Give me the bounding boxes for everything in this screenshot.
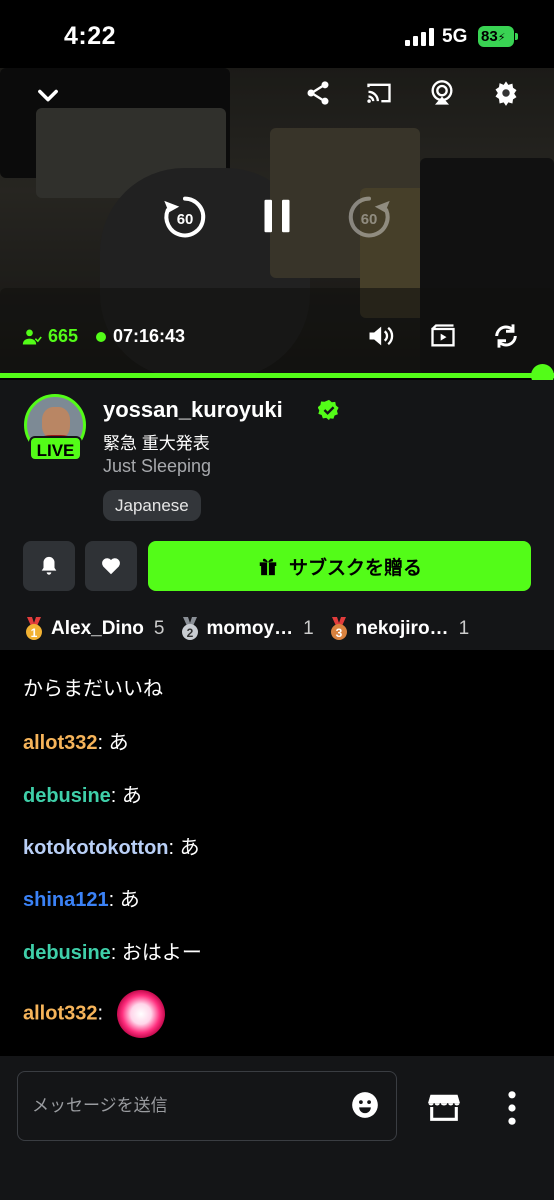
leaderboard-name: momoy… — [206, 618, 294, 639]
volume-icon[interactable] — [363, 319, 397, 353]
pause-icon[interactable] — [254, 188, 300, 244]
airplay-icon[interactable] — [425, 76, 459, 110]
svg-text:2: 2 — [186, 626, 193, 640]
chat-text: からまだいいね — [23, 678, 163, 700]
leaderboard-name: nekojiro… — [355, 618, 449, 639]
gold-medal-icon: 1 — [26, 617, 42, 640]
language-tag[interactable]: Japanese — [103, 490, 201, 521]
viewer-count: 665 — [22, 326, 78, 347]
follow-button[interactable] — [85, 541, 137, 591]
chat-text: あ — [108, 732, 129, 754]
chat-text: あ — [119, 889, 140, 911]
battery-icon: 83⚡ — [478, 26, 518, 47]
chat-username[interactable]: allot332 — [23, 1002, 97, 1024]
svg-text:1: 1 — [31, 626, 38, 640]
chat-username[interactable]: debusine — [23, 942, 111, 964]
heart-emote-icon — [117, 990, 166, 1038]
stream-category[interactable]: Just Sleeping — [103, 456, 211, 477]
viewer-count-value: 665 — [48, 326, 79, 346]
chat-username[interactable]: shina121 — [23, 889, 109, 911]
gift-icon — [259, 558, 277, 576]
leaderboard-count: 1 — [458, 618, 470, 639]
status-time: 4:22 — [64, 22, 117, 50]
verified-icon — [318, 399, 339, 421]
video-player[interactable]: 60 60 665 07:16:43 — [0, 68, 554, 374]
share-icon[interactable] — [301, 76, 335, 110]
video-progress-bar[interactable] — [0, 373, 554, 378]
chat-message: allot332: あ — [23, 732, 129, 754]
chat-username[interactable]: allot332 — [23, 732, 97, 754]
status-bar: 4:22 5G 83⚡ — [0, 0, 554, 68]
live-dot-icon — [96, 331, 106, 342]
chat-message: debusine: おはよー — [23, 942, 202, 964]
forward-60-icon[interactable]: 60 — [344, 192, 394, 242]
chat-message-partial: からまだいいね — [23, 672, 533, 706]
signal-icon — [405, 28, 435, 46]
leaderboard-count: 5 — [153, 618, 165, 639]
rotate-icon[interactable] — [489, 319, 523, 353]
rewind-label: 60 — [177, 211, 194, 228]
bell-icon — [41, 556, 57, 575]
notification-button[interactable] — [23, 541, 75, 591]
gift-subscription-label: サブスクを贈る — [288, 557, 422, 579]
leaderboard-item-1[interactable]: 1 Alex_Dino 5 — [23, 617, 165, 641]
chat-composer: メッセージを送信 — [0, 1056, 554, 1200]
channel-info-panel: LIVE yossan_kuroyuki 緊急 重大発表 Just Sleepi… — [0, 380, 554, 658]
bronze-medal-icon: 3 — [330, 617, 347, 640]
chevron-down-icon[interactable] — [31, 78, 65, 112]
stream-title: 緊急 重大発表 — [103, 434, 210, 453]
viewers-icon — [22, 329, 42, 344]
emoji-icon[interactable] — [351, 1091, 379, 1119]
leaderboard-item-3[interactable]: 3 nekojiro… 1 — [328, 617, 469, 641]
clip-icon[interactable] — [426, 319, 460, 353]
heart-icon — [102, 558, 120, 575]
chat-message: kotokotokotton: あ — [23, 837, 200, 859]
chat-text: おはよー — [121, 942, 202, 964]
rewind-60-icon[interactable]: 60 — [160, 192, 210, 242]
chat-message: shina121: あ — [23, 889, 140, 911]
chat-panel[interactable]: からまだいいね allot332: あ debusine: あ kotokoto… — [0, 650, 554, 1056]
network-type: 5G — [442, 26, 468, 47]
stream-uptime: 07:16:43 — [96, 326, 185, 347]
more-options-icon[interactable] — [497, 1090, 527, 1126]
leaderboard-item-2[interactable]: 2 momoy… 1 — [179, 617, 314, 641]
settings-icon[interactable] — [489, 76, 523, 110]
chat-username[interactable]: kotokotokotton — [23, 837, 169, 859]
svg-text:3: 3 — [335, 626, 342, 640]
chat-text: あ — [179, 837, 200, 859]
forward-label: 60 — [361, 211, 378, 228]
chat-input[interactable]: メッセージを送信 — [17, 1071, 397, 1141]
store-icon[interactable] — [428, 1092, 460, 1122]
chat-username[interactable]: debusine — [23, 785, 111, 807]
gift-subscription-button[interactable]: サブスクを贈る — [148, 541, 531, 591]
leaderboard-name: Alex_Dino — [51, 618, 144, 639]
chat-message: debusine: あ — [23, 785, 142, 807]
chat-text: あ — [121, 785, 142, 807]
uptime-value: 07:16:43 — [113, 326, 186, 346]
chat-message: allot332: — [23, 990, 533, 1038]
leaderboard-count: 1 — [303, 618, 314, 639]
cast-icon[interactable] — [362, 76, 396, 110]
battery-level: 83 — [481, 28, 498, 45]
channel-name[interactable]: yossan_kuroyuki — [103, 397, 283, 423]
live-badge: LIVE — [29, 436, 82, 461]
silver-medal-icon: 2 — [181, 617, 198, 640]
gift-leaderboard[interactable]: 1 Alex_Dino 5 2 momoy… 1 3 nekojiro… 1 — [0, 607, 554, 651]
